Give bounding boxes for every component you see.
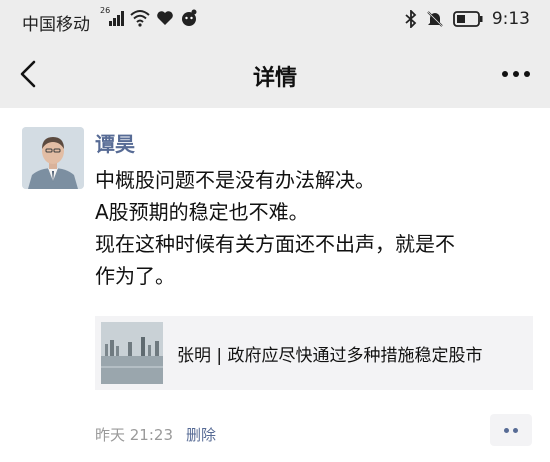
shared-link-card[interactable]: 张明 | 政府应尽快通过多种措施稳定股市 — [95, 316, 533, 390]
mute-bell-icon — [427, 11, 443, 27]
post-timestamp: 昨天 21:23 — [95, 426, 173, 444]
heart-rate-icon — [157, 11, 173, 25]
status-bar: 中国移动 26 9:13 — [0, 0, 550, 40]
avatar[interactable] — [22, 127, 84, 189]
battery-icon — [452, 11, 483, 27]
content-line: A股预期的稳定也不难。 — [95, 200, 309, 224]
nav-bar: 详情 — [0, 40, 550, 108]
content-line: 作为了。 — [95, 264, 175, 288]
delete-link[interactable]: 删除 — [186, 424, 216, 445]
wifi-icon — [130, 10, 150, 27]
more-dots-icon[interactable] — [500, 60, 532, 88]
author-name[interactable]: 谭昊 — [95, 128, 135, 157]
content-line: 中概股问题不是没有办法解决。 — [95, 168, 375, 192]
link-title: 张明 | 政府应尽快通过多种措施稳定股市 — [177, 346, 483, 366]
carrier-name: 中国移动 — [22, 15, 90, 35]
bluetooth-icon — [405, 10, 417, 28]
moment-post: 谭昊 中概股问题不是没有办法解决。 A股预期的稳定也不难。 现在这种时候有关方面… — [0, 108, 550, 462]
status-icons-right: 9:13 — [405, 9, 530, 29]
app-icon — [182, 9, 197, 26]
status-clock: 9:13 — [491, 9, 530, 29]
page-title: 详情 — [252, 66, 297, 91]
comment-like-button[interactable] — [490, 414, 532, 446]
status-icons-left: 26 — [100, 6, 198, 27]
post-content: 中概股问题不是没有办法解决。 A股预期的稳定也不难。 现在这种时候有关方面还不出… — [95, 164, 535, 292]
link-thumbnail — [101, 322, 163, 384]
dot-icon — [504, 428, 509, 433]
content-line: 现在这种时候有关方面还不出声，就是不 — [95, 232, 455, 256]
signal-icon: 26 — [100, 6, 124, 27]
network-label: 26 — [100, 6, 111, 15]
dot-icon — [513, 428, 518, 433]
